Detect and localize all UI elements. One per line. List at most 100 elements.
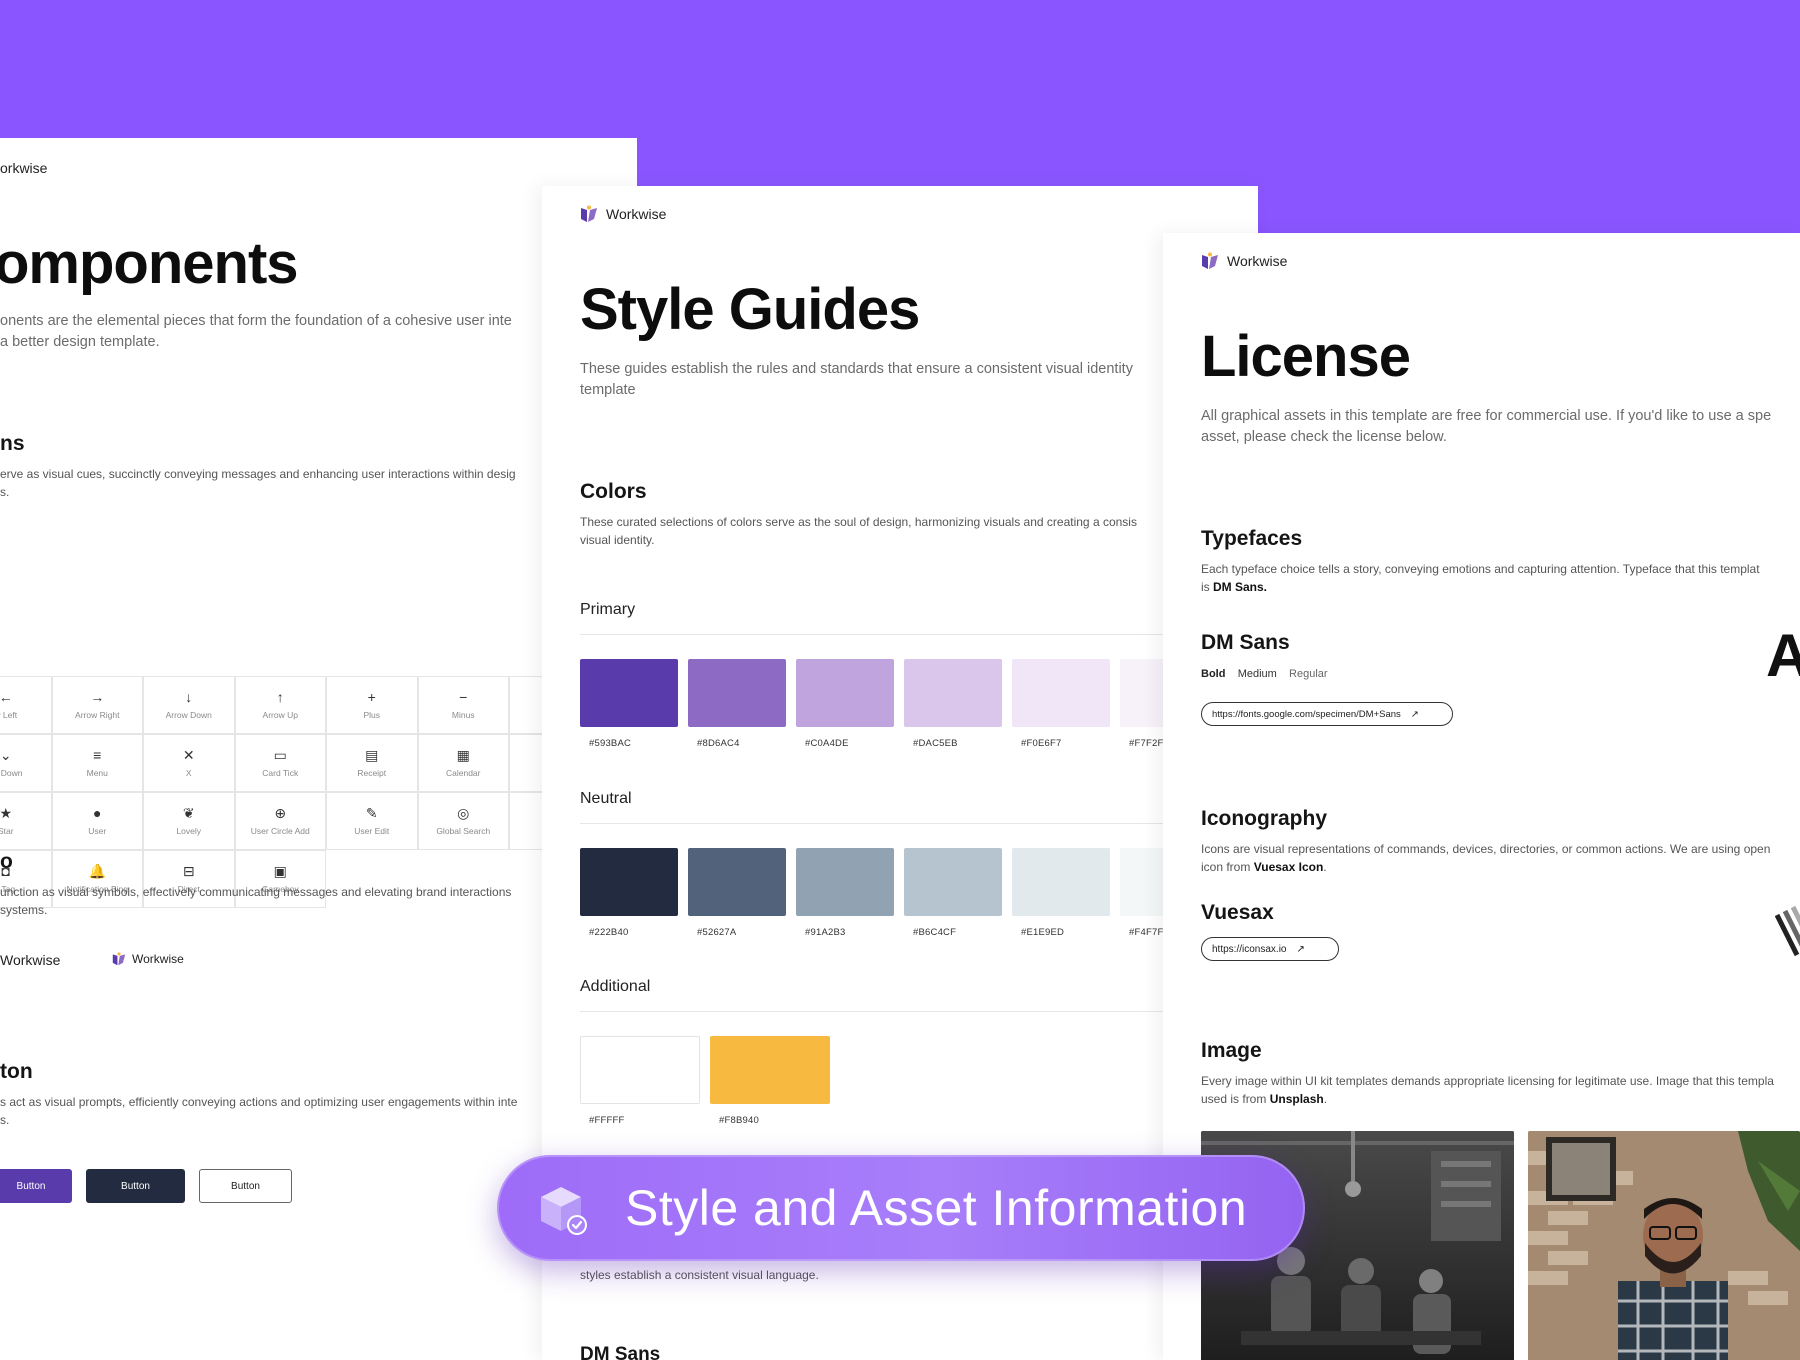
icon-label: User [88, 826, 107, 836]
icon-label: X [185, 768, 192, 778]
brand-name: Workwise [1227, 253, 1288, 269]
color-swatch [904, 848, 1002, 916]
lovely-icon: ❦ [182, 805, 195, 821]
font-weights: Bold Medium Regular [1201, 665, 1328, 683]
icon-cell: − Minus [417, 676, 509, 734]
chevron-down-icon: ⌄ [0, 747, 12, 763]
icon-label: User Circle Add [250, 826, 310, 836]
color-hex-label: #52627A [697, 927, 737, 938]
icon-label: Calendar [446, 768, 481, 778]
icon-label: Global Search [436, 826, 491, 836]
icon-cell: ❦ Lovely [143, 792, 235, 850]
font-sample-glyph: A [1766, 622, 1800, 689]
typefaces-desc-prefix: is [1201, 580, 1213, 594]
icon-label: on Down [0, 768, 23, 778]
divider [580, 634, 1258, 635]
workwise-logo-icon [580, 205, 598, 223]
color-hex-label: #593BAC [589, 738, 632, 749]
color-hex-label: #F4F7F [1129, 927, 1164, 938]
divider [580, 823, 1258, 824]
color-swatch [580, 1036, 700, 1104]
icon-set-link-text: https://iconsax.io [1212, 943, 1287, 955]
brand: Workwise [1201, 252, 1287, 270]
icon-cell: ← w Left [0, 676, 52, 734]
logo-description-line-2: systems. [0, 903, 48, 917]
weight-bold: Bold [1201, 668, 1226, 680]
gameboy-icon: ▣ [273, 863, 287, 879]
primary-heading: Primary [580, 601, 636, 618]
color-hex-label: #8D6AC4 [697, 738, 740, 749]
logo-icon-text: Workwise [132, 952, 184, 966]
box-check-icon [537, 1183, 591, 1237]
weight-regular: Regular [1289, 668, 1328, 680]
color-swatch [796, 659, 894, 727]
color-hex-label: #F8B940 [719, 1115, 759, 1126]
logo-text: Workwise [0, 952, 61, 968]
page-description-line-2: template [580, 382, 636, 398]
typefaces-description-line-2: is DM Sans. [1201, 578, 1267, 596]
additional-heading: Additional [580, 978, 651, 995]
arrow-down-icon: ↓ [185, 689, 193, 705]
color-swatch [904, 659, 1002, 727]
logo-icon-variant: Workwise [112, 952, 184, 966]
workwise-logo-icon [1201, 252, 1219, 270]
icon-cell: ▭ Card Tick [234, 734, 326, 792]
iconography-desc-suffix: . [1323, 860, 1327, 874]
page-description-line-1: These guides establish the rules and sta… [580, 361, 1133, 377]
icons-description-line-2: s. [0, 485, 10, 499]
icon-cell: ✎ User Edit [326, 792, 418, 850]
icons-heading: ns [0, 432, 25, 455]
icon-label: Menu [86, 768, 108, 778]
color-hex-label: #FFFFF [589, 1115, 625, 1126]
menu-icon: ≡ [93, 747, 102, 763]
image-heading: Image [1201, 1039, 1262, 1062]
external-link-icon: ↗ [1410, 708, 1419, 720]
color-hex-label: #C0A4DE [805, 738, 849, 749]
iconography-desc-prefix: icon from [1201, 860, 1254, 874]
color-swatch [1012, 848, 1110, 916]
iconography-heading: Iconography [1201, 807, 1328, 830]
colors-heading: Colors [580, 480, 647, 503]
workwise-logo-icon [112, 952, 126, 966]
outline-button[interactable]: Button [199, 1169, 292, 1203]
icon-label: Minus [451, 710, 475, 720]
image-desc-bold: Unsplash [1269, 1092, 1324, 1106]
icon-label: Receipt [357, 768, 387, 778]
vuesax-logo-icon [1774, 905, 1800, 965]
minus-icon: − [459, 689, 468, 705]
primary-button[interactable]: Button [0, 1169, 72, 1203]
dark-button[interactable]: Button [86, 1169, 185, 1203]
icon-label: Star [0, 826, 14, 836]
color-swatch [580, 659, 678, 727]
color-swatch [688, 659, 786, 727]
color-hex-label: #DAC5EB [913, 738, 958, 749]
font-heading: DM Sans [580, 1344, 661, 1360]
notification-bing-icon: 🔔 [88, 863, 106, 879]
weight-medium: Medium [1237, 668, 1277, 680]
colors-description-line-1: These curated selections of colors serve… [580, 515, 1137, 529]
icon-label: Arrow Up [262, 710, 298, 720]
direct-icon: ⊟ [182, 863, 195, 879]
image-description-line-2: used is from Unsplash. [1201, 1090, 1327, 1108]
x-icon: ✕ [182, 747, 195, 763]
color-hex-label: #E1E9ED [1021, 927, 1065, 938]
color-hex-label: #F7F2F [1129, 738, 1164, 749]
arrow-right-icon: → [90, 689, 105, 705]
icon-label: Lovely [176, 826, 202, 836]
icon-cell: ↓ Arrow Down [143, 676, 235, 734]
icon-cell: ★ Star [0, 792, 52, 850]
icon-set-link[interactable]: https://iconsax.io ↗ [1201, 937, 1339, 961]
image-desc-prefix: used is from [1201, 1092, 1270, 1106]
iconography-description-line-2: icon from Vuesax Icon. [1201, 858, 1327, 876]
color-swatch [580, 848, 678, 916]
font-link[interactable]: https://fonts.google.com/specimen/DM+San… [1201, 702, 1453, 726]
color-hex-label: #91A2B3 [805, 927, 846, 938]
icon-label: Arrow Right [75, 710, 120, 720]
global-search-icon: ◎ [457, 805, 470, 821]
logo-text-variant: Workwise [0, 952, 60, 968]
font-name: DM Sans [1201, 631, 1290, 654]
user-edit-icon: ✎ [365, 805, 378, 821]
external-link-icon: ↗ [1296, 943, 1305, 955]
color-hex-label: #222B40 [589, 927, 629, 938]
receipt-icon: ▤ [365, 747, 379, 763]
